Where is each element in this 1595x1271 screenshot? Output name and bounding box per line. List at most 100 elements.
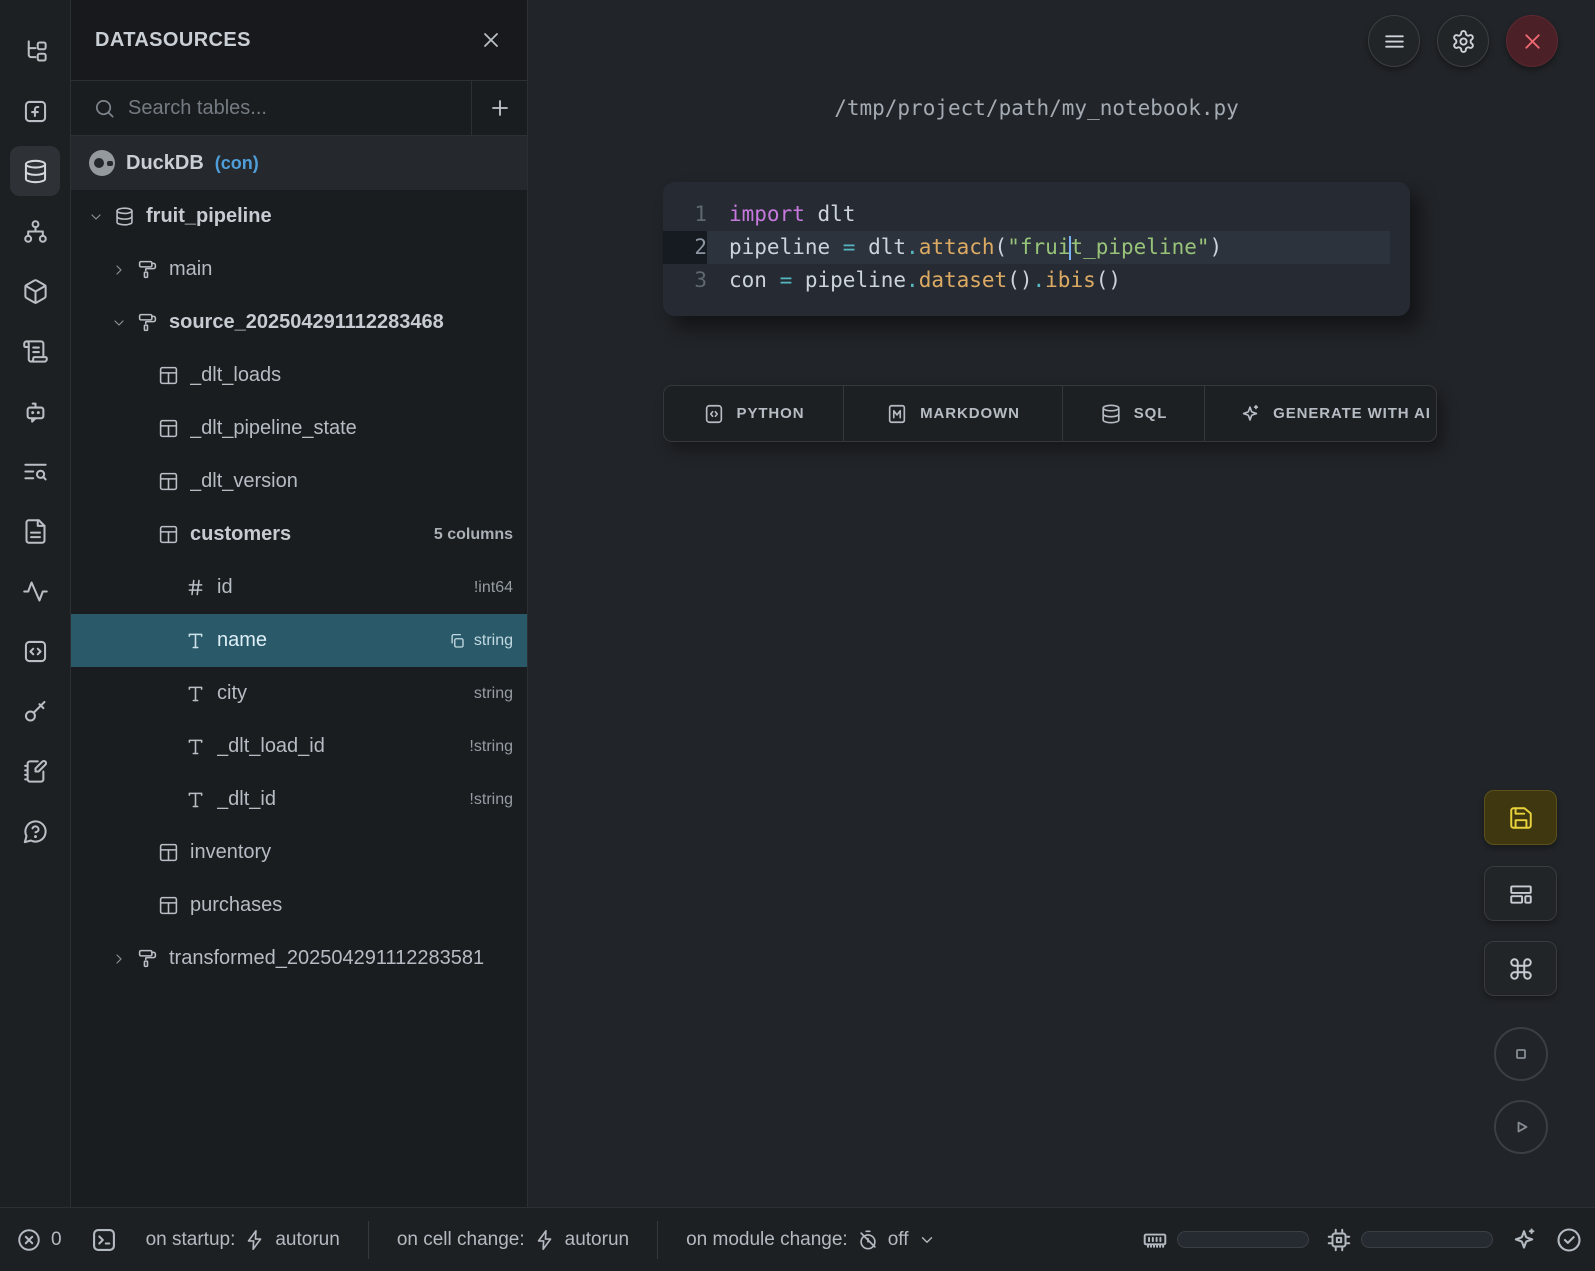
code-cell[interactable]: 1 import dlt 2 pipeline = dlt.attach("fr… [663, 182, 1410, 316]
on-cell-change-setting[interactable]: on cell change: autorun [397, 1229, 629, 1251]
command-palette-button[interactable] [1484, 941, 1557, 996]
terminal-button[interactable] [90, 1226, 118, 1254]
on-startup-setting[interactable]: on startup: autorun [146, 1229, 340, 1251]
rail-item-scratchpad[interactable] [10, 746, 60, 796]
code-square-icon [22, 638, 49, 665]
rail-item-ai-chat[interactable] [10, 386, 60, 436]
rail-item-documentation[interactable] [10, 326, 60, 376]
settings-button[interactable] [1437, 15, 1489, 67]
tree-row-table[interactable]: _dlt_pipeline_state [71, 402, 527, 455]
chevron-down-icon[interactable] [88, 209, 104, 225]
save-button[interactable] [1484, 790, 1557, 845]
search-row [71, 81, 527, 136]
table-icon [158, 895, 179, 916]
cpu-meter [1326, 1227, 1493, 1253]
rail-item-snippets[interactable] [10, 626, 60, 676]
type-icon [185, 789, 206, 810]
close-x-icon [1520, 29, 1545, 54]
table-icon [158, 524, 179, 545]
tree-row-database[interactable]: fruit_pipeline [71, 190, 527, 243]
tree-label: id [217, 576, 233, 599]
shutdown-button[interactable] [1506, 15, 1558, 67]
layout-panels-icon [1508, 881, 1534, 907]
tree-row-schema[interactable]: source_202504291112283468 [71, 296, 527, 349]
rail-item-datasources[interactable] [10, 146, 60, 196]
gear-icon [1451, 29, 1476, 54]
key-icon [22, 698, 49, 725]
rail-item-tracing[interactable] [10, 566, 60, 616]
rail-item-outline[interactable] [10, 506, 60, 556]
schema-paint-roller-icon [137, 948, 158, 969]
tree-label: inventory [190, 841, 271, 864]
tree-label: fruit_pipeline [146, 205, 272, 228]
connection-row-duckdb[interactable]: DuckDB (con) [71, 136, 527, 190]
rail-item-secrets[interactable] [10, 686, 60, 736]
type-icon [185, 683, 206, 704]
rail-item-dependencies[interactable] [10, 206, 60, 256]
add-sql-cell-button[interactable]: SQL [1063, 386, 1205, 441]
run-button[interactable] [1494, 1100, 1548, 1154]
layout-button[interactable] [1484, 866, 1557, 921]
on-module-change-setting[interactable]: on module change: off [686, 1229, 935, 1251]
rail-item-logs[interactable] [10, 446, 60, 496]
connection-status-button[interactable] [1555, 1226, 1583, 1254]
rail-item-file-tree[interactable] [10, 26, 60, 76]
tree-row-column[interactable]: _dlt_id !string [71, 773, 527, 826]
line-number: 1 [663, 198, 707, 231]
package-box-icon [22, 278, 49, 305]
search-icon [93, 97, 116, 120]
database-icon [22, 158, 49, 185]
rail-item-help[interactable] [10, 806, 60, 856]
tree-row-table[interactable]: inventory [71, 826, 527, 879]
chevron-down-icon[interactable] [111, 315, 127, 331]
tree-row-column-selected[interactable]: name string [71, 614, 527, 667]
column-type: !string [469, 738, 513, 756]
error-indicator[interactable]: 0 [16, 1227, 62, 1253]
help-bubble-icon [22, 818, 49, 845]
tree-row-column[interactable]: id !int64 [71, 561, 527, 614]
notebook-filename: /tmp/project/path/my_notebook.py [663, 96, 1410, 120]
add-python-cell-button[interactable]: PYTHON [664, 386, 844, 441]
tree-row-table[interactable]: _dlt_loads [71, 349, 527, 402]
tree-row-column[interactable]: city string [71, 667, 527, 720]
search-tables-input[interactable] [128, 97, 471, 120]
tree-row-table[interactable]: purchases [71, 879, 527, 932]
table-icon [158, 365, 179, 386]
generate-with-ai-button[interactable]: GENERATE WITH AI [1205, 386, 1437, 441]
stop-button[interactable] [1494, 1027, 1548, 1081]
copy-icon[interactable] [448, 632, 466, 650]
column-type: string [448, 632, 513, 650]
tree-row-table[interactable]: _dlt_version [71, 455, 527, 508]
code-line: 3 con = pipeline.dataset().ibis() [663, 264, 1410, 297]
tree-row-column[interactable]: _dlt_load_id !string [71, 720, 527, 773]
code-line: 1 import dlt [663, 198, 1410, 231]
tree-row-schema[interactable]: main [71, 243, 527, 296]
tree-label: _dlt_id [217, 788, 276, 811]
tree-label: main [169, 258, 212, 281]
circle-x-icon [16, 1227, 42, 1253]
tree-label: _dlt_loads [190, 364, 281, 387]
tree-label: _dlt_version [190, 470, 298, 493]
chevron-right-icon[interactable] [111, 951, 127, 967]
tree-row-schema[interactable]: transformed_202504291112283581 [71, 932, 527, 985]
add-database-button[interactable] [471, 81, 527, 135]
ai-assist-button[interactable] [1510, 1226, 1538, 1254]
file-text-icon [22, 518, 49, 545]
error-count: 0 [51, 1229, 62, 1251]
chevron-right-icon[interactable] [111, 262, 127, 278]
divider [368, 1221, 369, 1259]
tree-row-table-customers[interactable]: customers 5 columns [71, 508, 527, 561]
notebook-main: /tmp/project/path/my_notebook.py 1 impor… [528, 0, 1595, 1207]
panel-header: DATASOURCES [71, 0, 527, 81]
close-panel-button[interactable] [479, 28, 503, 52]
table-icon [158, 418, 179, 439]
ram-icon [1142, 1227, 1168, 1253]
add-markdown-cell-button[interactable]: MARKDOWN [844, 386, 1063, 441]
datasources-panel: DATASOURCES DuckDB (con) fruit_pipeline … [71, 0, 528, 1207]
plus-icon [488, 96, 512, 120]
rail-item-functions[interactable] [10, 86, 60, 136]
type-icon [185, 736, 206, 757]
menu-button[interactable] [1368, 15, 1420, 67]
rail-item-packages[interactable] [10, 266, 60, 316]
markdown-square-icon [886, 403, 908, 425]
